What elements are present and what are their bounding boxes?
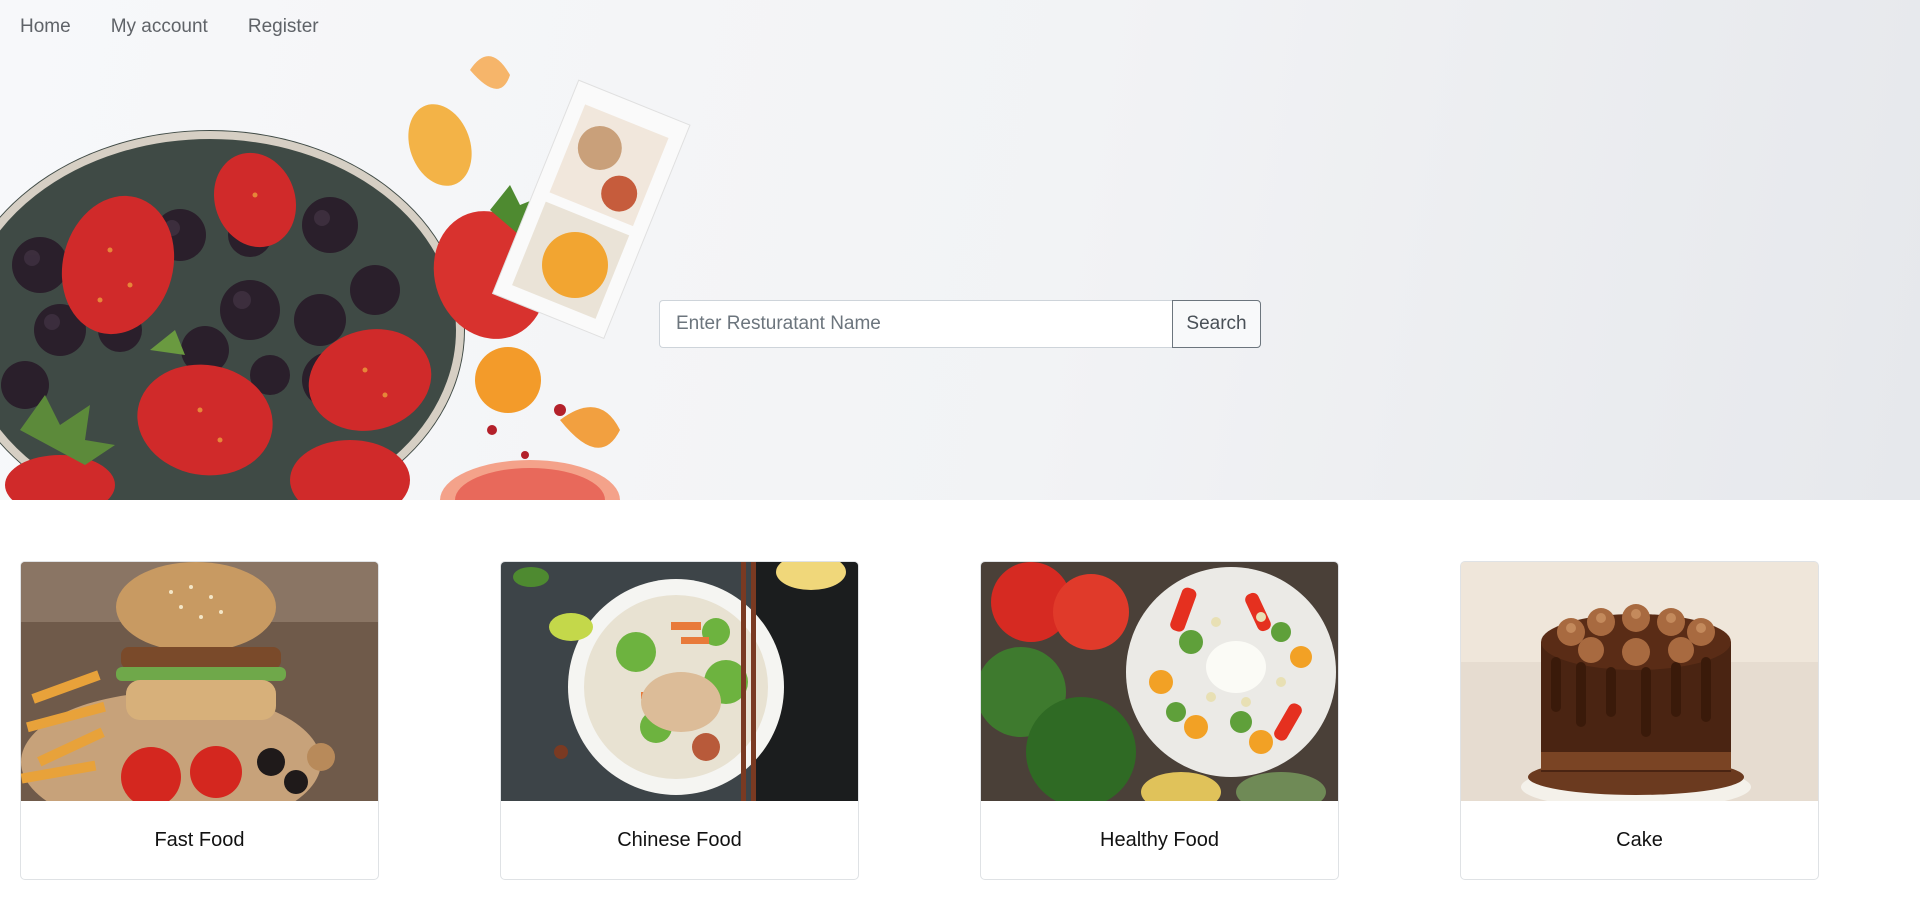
healthy-food-image [981,562,1338,801]
nav-register-link[interactable]: Register [248,16,319,38]
search-bar: Search [659,300,1261,348]
hero-fruit-image [0,56,691,500]
cake-image [1461,562,1818,801]
category-label: Chinese Food [617,828,742,851]
category-card-healthy-food[interactable]: Healthy Food [980,561,1339,880]
category-label: Cake [1616,828,1663,851]
fast-food-image [21,562,378,801]
category-card-chinese-food[interactable]: Chinese Food [500,561,859,880]
hero-banner: Home My account Register Search [0,0,1920,500]
category-label: Healthy Food [1100,828,1219,851]
category-label: Fast Food [154,828,245,851]
chinese-food-image [501,562,858,801]
search-button[interactable]: Search [1172,300,1261,348]
category-card-fast-food[interactable]: Fast Food [20,561,379,880]
category-card-cake[interactable]: Cake [1460,561,1819,880]
top-nav: Home My account Register [0,0,359,54]
nav-my-account-link[interactable]: My account [111,16,208,38]
nav-home-link[interactable]: Home [20,16,71,38]
restaurant-search-input[interactable] [659,300,1172,348]
